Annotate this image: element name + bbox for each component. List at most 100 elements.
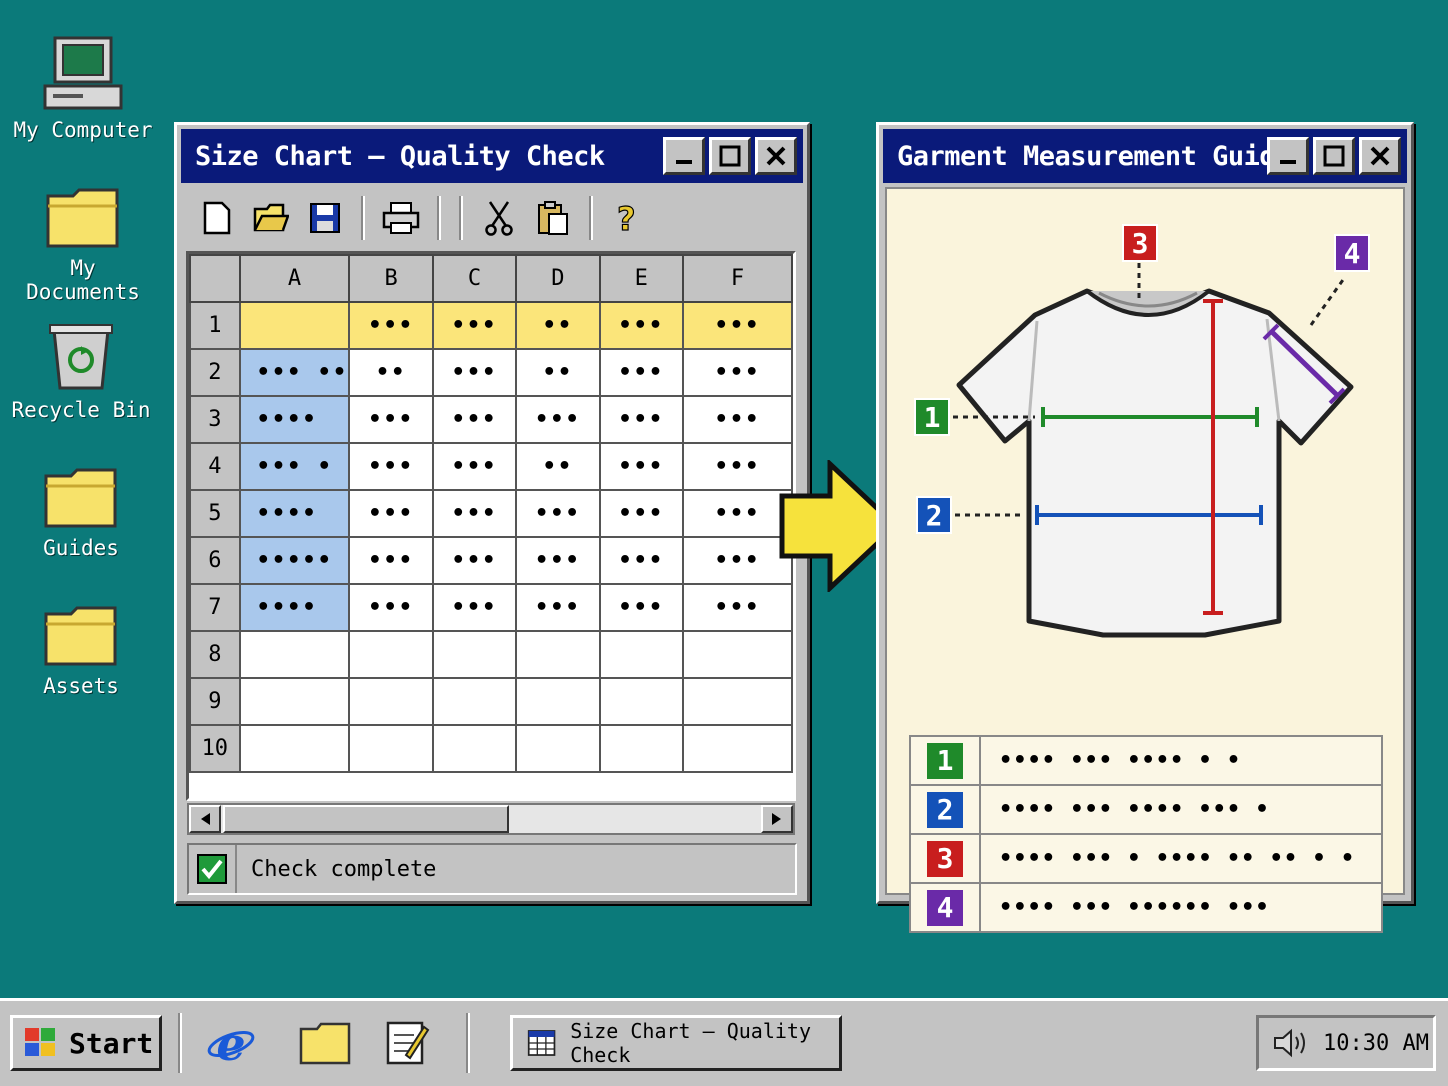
grid-cell[interactable] bbox=[431, 724, 518, 773]
grid-cell[interactable] bbox=[515, 724, 601, 773]
grid-cell[interactable]: •• bbox=[515, 301, 601, 350]
close-button[interactable] bbox=[1359, 137, 1401, 175]
taskbar-window-button[interactable]: Size Chart – Quality Check bbox=[510, 1015, 842, 1071]
grid-cell[interactable] bbox=[348, 630, 434, 679]
grid-cell[interactable]: ••• bbox=[431, 395, 518, 444]
quick-launch-folder[interactable] bbox=[296, 1015, 354, 1071]
grid-cell[interactable] bbox=[431, 630, 518, 679]
column-header[interactable]: C bbox=[431, 254, 518, 303]
grid-cell[interactable]: ••• bbox=[515, 395, 601, 444]
window-titlebar[interactable]: Garment Measurement Guide bbox=[883, 129, 1407, 183]
grid-cell[interactable]: ••• bbox=[431, 301, 518, 350]
grid-cell[interactable] bbox=[598, 630, 685, 679]
grid-cell[interactable]: •••• bbox=[238, 583, 351, 632]
row-header[interactable]: 9 bbox=[189, 677, 241, 726]
column-header[interactable]: E bbox=[598, 254, 685, 303]
grid-cell[interactable] bbox=[348, 677, 434, 726]
help-button[interactable]: ? bbox=[607, 196, 651, 240]
grid-cell[interactable]: ••• bbox=[348, 301, 434, 350]
grid-cell[interactable]: ••• bbox=[515, 583, 601, 632]
grid-cell[interactable] bbox=[598, 677, 685, 726]
grid-cell[interactable]: ••• bbox=[348, 583, 434, 632]
grid-cell[interactable]: ••• bbox=[598, 583, 685, 632]
grid-cell[interactable]: ••• bbox=[431, 442, 518, 491]
quick-launch-browser[interactable]: e bbox=[202, 1015, 260, 1071]
maximize-button[interactable] bbox=[709, 137, 751, 175]
row-header[interactable]: 2 bbox=[189, 348, 241, 397]
grid-cell[interactable] bbox=[598, 724, 685, 773]
save-button[interactable] bbox=[303, 196, 347, 240]
scroll-right-button[interactable] bbox=[761, 805, 793, 833]
grid-cell[interactable]: ••• bbox=[598, 395, 685, 444]
grid-cell[interactable]: ••• bbox=[682, 348, 793, 397]
row-header[interactable]: 10 bbox=[189, 724, 241, 773]
grid-cell[interactable]: •• bbox=[515, 348, 601, 397]
grid-cell[interactable] bbox=[431, 677, 518, 726]
grid-cell[interactable]: ••• bbox=[431, 489, 518, 538]
grid-cell[interactable]: ••• bbox=[682, 395, 793, 444]
row-header[interactable]: 7 bbox=[189, 583, 241, 632]
row-header[interactable]: 8 bbox=[189, 630, 241, 679]
cut-button[interactable] bbox=[477, 196, 521, 240]
quick-launch-notepad[interactable] bbox=[378, 1015, 436, 1071]
grid-cell[interactable] bbox=[348, 724, 434, 773]
open-button[interactable] bbox=[249, 196, 293, 240]
column-header[interactable]: F bbox=[682, 254, 793, 303]
print-button[interactable] bbox=[379, 196, 423, 240]
scroll-left-button[interactable] bbox=[189, 805, 221, 833]
column-header[interactable]: A bbox=[238, 254, 351, 303]
grid-cell[interactable]: ••• • bbox=[238, 442, 351, 491]
grid-cell[interactable]: ••• bbox=[348, 536, 434, 585]
maximize-button[interactable] bbox=[1313, 137, 1355, 175]
row-header[interactable]: 6 bbox=[189, 536, 241, 585]
grid-cell[interactable]: ••• bbox=[515, 489, 601, 538]
new-file-button[interactable] bbox=[195, 196, 239, 240]
grid-cell[interactable]: •• bbox=[515, 442, 601, 491]
grid-cell[interactable] bbox=[682, 724, 793, 773]
grid-cell[interactable]: ••• bbox=[431, 536, 518, 585]
grid-cell[interactable]: ••••• bbox=[238, 536, 351, 585]
grid-cell[interactable]: ••• bbox=[515, 536, 601, 585]
corner-cell[interactable] bbox=[189, 254, 241, 303]
grid-cell[interactable]: •••• bbox=[238, 395, 351, 444]
grid-cell[interactable] bbox=[238, 301, 351, 350]
grid-cell[interactable] bbox=[515, 677, 601, 726]
desktop-icon-my-computer[interactable]: My Computer bbox=[8, 36, 158, 142]
grid-cell[interactable] bbox=[682, 677, 793, 726]
grid-cell[interactable] bbox=[238, 630, 351, 679]
grid-cell[interactable]: ••• bbox=[682, 536, 793, 585]
close-button[interactable] bbox=[755, 137, 797, 175]
desktop-icon-my-documents[interactable]: My Documents bbox=[8, 186, 158, 304]
grid-cell[interactable]: ••• bbox=[682, 489, 793, 538]
horizontal-scrollbar[interactable] bbox=[187, 803, 795, 835]
column-header[interactable]: B bbox=[348, 254, 434, 303]
grid-cell[interactable] bbox=[515, 630, 601, 679]
minimize-button[interactable] bbox=[663, 137, 705, 175]
grid-cell[interactable]: •••• bbox=[238, 489, 351, 538]
grid-cell[interactable]: ••• bbox=[598, 536, 685, 585]
row-header[interactable]: 3 bbox=[189, 395, 241, 444]
desktop-icon-recycle-bin[interactable]: Recycle Bin bbox=[6, 322, 156, 422]
grid-cell[interactable]: ••• bbox=[682, 442, 793, 491]
grid-cell[interactable]: ••• bbox=[598, 301, 685, 350]
grid-cell[interactable]: ••• bbox=[348, 489, 434, 538]
paste-button[interactable] bbox=[531, 196, 575, 240]
grid-cell[interactable]: ••• bbox=[431, 583, 518, 632]
start-button[interactable]: Start bbox=[10, 1015, 162, 1071]
window-titlebar[interactable]: Size Chart – Quality Check bbox=[181, 129, 803, 183]
grid-cell[interactable]: ••• •• bbox=[238, 348, 351, 397]
row-header[interactable]: 1 bbox=[189, 301, 241, 350]
grid-cell[interactable] bbox=[238, 677, 351, 726]
row-header[interactable]: 5 bbox=[189, 489, 241, 538]
scrollbar-thumb[interactable] bbox=[223, 805, 509, 833]
grid-cell[interactable]: ••• bbox=[598, 442, 685, 491]
spreadsheet-grid[interactable]: A B C D E F 1 ••• ••• •• ••• ••• 2 ••• •• •• ••• •… bbox=[186, 251, 796, 801]
desktop-icon-assets[interactable]: Assets bbox=[6, 604, 156, 698]
grid-cell[interactable]: •• bbox=[348, 348, 434, 397]
speaker-icon[interactable] bbox=[1271, 1027, 1311, 1059]
grid-cell[interactable] bbox=[238, 724, 351, 773]
grid-cell[interactable]: ••• bbox=[598, 489, 685, 538]
minimize-button[interactable] bbox=[1267, 137, 1309, 175]
grid-cell[interactable]: ••• bbox=[682, 301, 793, 350]
grid-cell[interactable]: ••• bbox=[598, 348, 685, 397]
